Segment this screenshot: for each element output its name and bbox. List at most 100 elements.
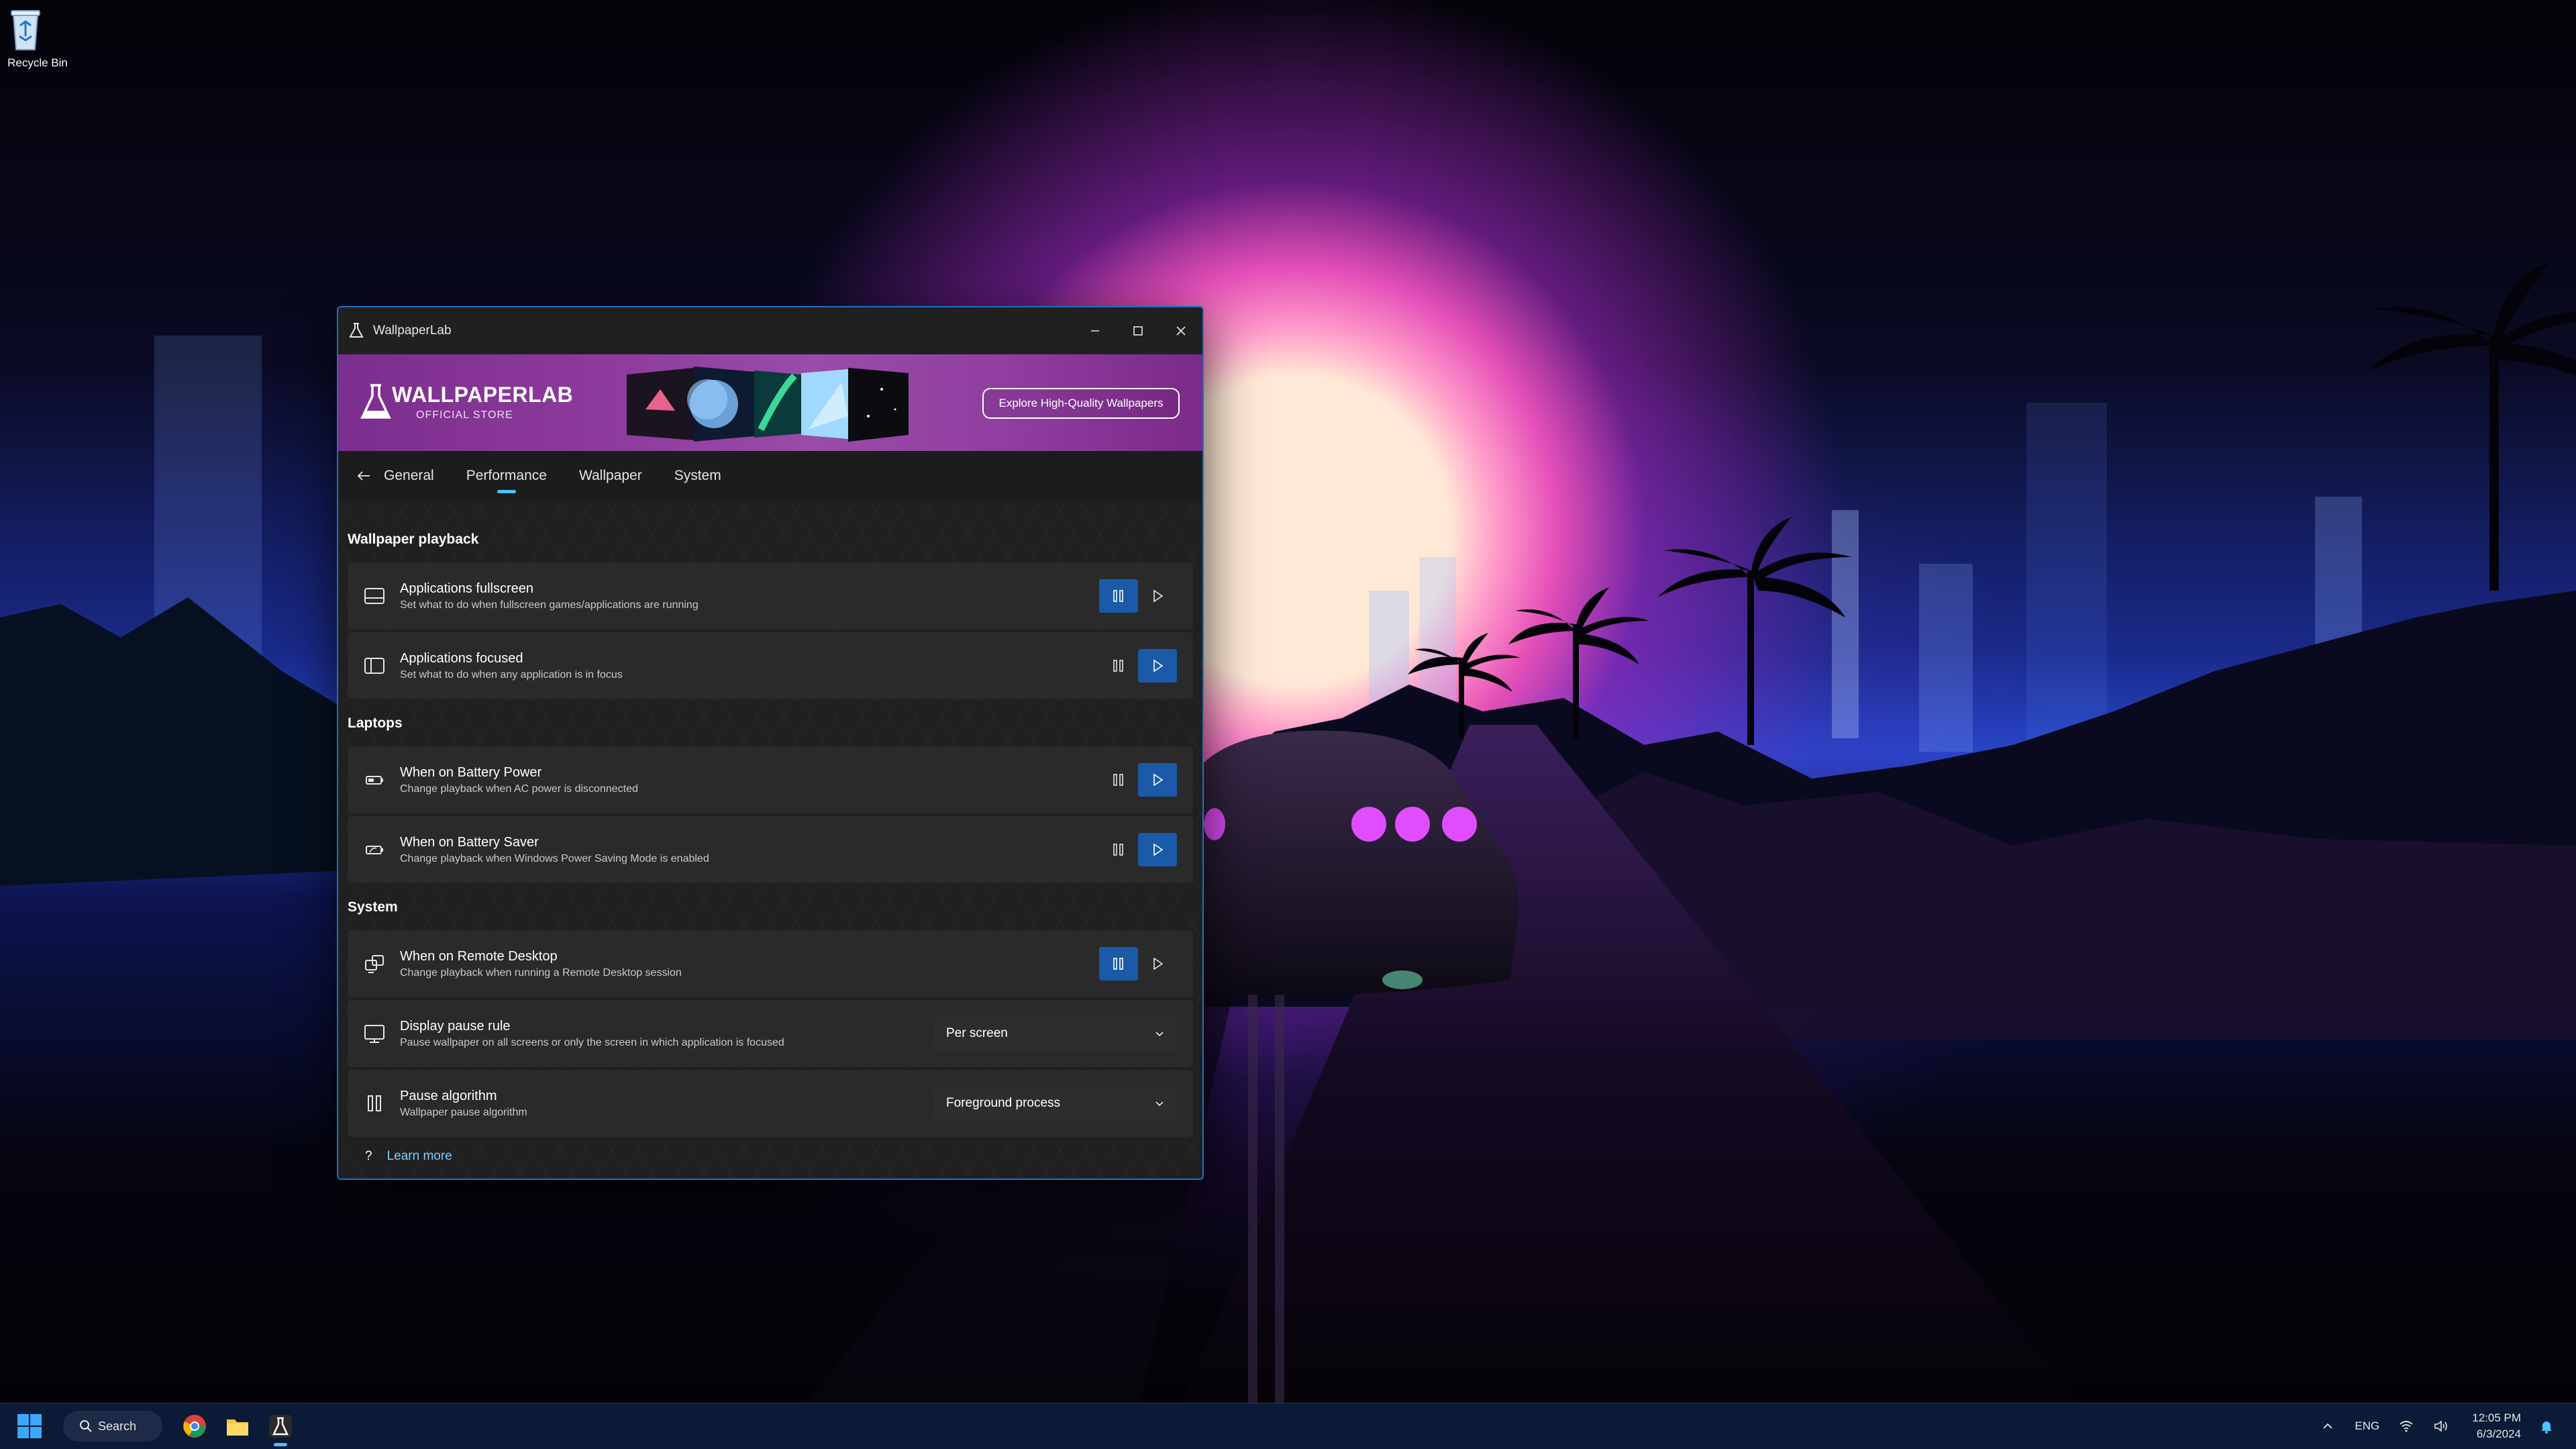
tab-performance[interactable]: Performance	[466, 460, 547, 493]
pause-icon	[1113, 958, 1123, 970]
focused-window-icon	[361, 652, 388, 679]
minimize-icon	[1091, 330, 1099, 332]
pause-algorithm-dropdown[interactable]: Foreground process	[934, 1087, 1177, 1120]
section-title-wallpaper-playback: Wallpaper playback	[348, 532, 479, 547]
taskbar-app-chrome[interactable]	[173, 1405, 216, 1448]
setting-remote-desktop: When on Remote Desktop Change playback w…	[348, 930, 1193, 997]
pause-button[interactable]	[1099, 649, 1138, 683]
pause-icon	[1113, 590, 1123, 602]
setting-description: Set what to do when fullscreen games/app…	[400, 599, 699, 611]
setting-title: Display pause rule	[400, 1018, 511, 1034]
play-button[interactable]	[1138, 579, 1177, 613]
pause-button[interactable]	[1099, 833, 1138, 866]
language-indicator[interactable]: ENG	[2355, 1419, 2379, 1433]
clock[interactable]: 12:05 PM 6/3/2024	[2472, 1410, 2521, 1442]
play-icon	[1153, 843, 1164, 856]
play-icon	[1153, 773, 1164, 787]
wallpaper-thumbnails	[627, 366, 909, 442]
setting-description: Change playback when Windows Power Savin…	[400, 852, 709, 864]
pause-icon	[1113, 774, 1123, 786]
play-icon	[1153, 957, 1164, 970]
banner-subtitle: OFFICIAL STORE	[416, 409, 513, 421]
setting-title: Applications focused	[400, 650, 523, 666]
tab-wallpaper[interactable]: Wallpaper	[579, 460, 642, 492]
setting-description: Change playback when AC power is disconn…	[400, 783, 638, 795]
flask-logo-icon	[358, 383, 393, 423]
playback-toggle	[1099, 579, 1177, 613]
maximize-button[interactable]	[1117, 307, 1160, 354]
setting-title: When on Remote Desktop	[400, 948, 558, 964]
banner-brand: WALLPAPERLAB	[392, 383, 574, 407]
chevron-down-icon	[1155, 1101, 1164, 1107]
setting-battery-power: When on Battery Power Change playback wh…	[348, 746, 1193, 813]
start-button[interactable]	[15, 1411, 44, 1441]
play-button[interactable]	[1138, 649, 1177, 683]
store-banner[interactable]: WALLPAPERLAB OFFICIAL STORE Explore High…	[338, 354, 1202, 451]
desktop-icon-recycle-bin[interactable]: Recycle Bin	[5, 5, 70, 70]
setting-applications-focused: Applications focused Set what to do when…	[348, 632, 1193, 699]
play-button[interactable]	[1138, 763, 1177, 797]
back-arrow-icon	[357, 471, 370, 481]
battery-icon	[361, 766, 388, 793]
playback-toggle	[1099, 649, 1177, 683]
search-icon	[80, 1420, 92, 1432]
section-title-system: System	[348, 899, 398, 915]
fullscreen-window-icon	[361, 583, 388, 609]
setting-applications-fullscreen: Applications fullscreen Set what to do w…	[348, 562, 1193, 630]
play-button[interactable]	[1138, 833, 1177, 866]
learn-more-link[interactable]: Learn more	[387, 1149, 452, 1164]
pause-button[interactable]	[1099, 947, 1138, 981]
recycle-bin-icon	[11, 5, 58, 52]
wallpaperlab-window: WallpaperLab WALLPAPERLAB OFFICIAL STORE	[337, 306, 1204, 1180]
display-pause-rule-dropdown[interactable]: Per screen	[934, 1017, 1177, 1050]
windows-logo-icon	[17, 1414, 42, 1438]
setting-pause-algorithm: Pause algorithm Wallpaper pause algorith…	[348, 1070, 1193, 1137]
setting-description: Wallpaper pause algorithm	[400, 1106, 527, 1118]
window-title: WallpaperLab	[373, 323, 452, 338]
help-icon: ?	[365, 1149, 372, 1163]
pause-button[interactable]	[1099, 763, 1138, 797]
clock-time: 12:05 PM	[2472, 1411, 2521, 1424]
back-button[interactable]	[344, 468, 384, 483]
wifi-button[interactable]	[2398, 1418, 2414, 1434]
close-icon	[1176, 326, 1186, 336]
notifications-button[interactable]	[2538, 1418, 2555, 1434]
dropdown-value: Per screen	[946, 1026, 1008, 1040]
wallpaperlab-app-icon	[348, 322, 365, 340]
chevron-up-icon	[2323, 1423, 2333, 1429]
performance-settings: Wallpaper playback Applications fullscre…	[338, 502, 1202, 1179]
file-explorer-icon	[227, 1419, 248, 1436]
title-bar[interactable]: WallpaperLab	[338, 307, 1202, 354]
explore-wallpapers-button[interactable]: Explore High-Quality Wallpapers	[982, 388, 1180, 419]
play-button[interactable]	[1138, 947, 1177, 981]
taskbar-search[interactable]: Search	[63, 1411, 162, 1442]
pause-button[interactable]	[1099, 579, 1138, 613]
volume-button[interactable]	[2433, 1418, 2449, 1434]
pause-icon	[1113, 660, 1123, 672]
close-button[interactable]	[1160, 307, 1202, 354]
setting-description: Pause wallpaper on all screens or only t…	[400, 1036, 784, 1048]
tab-general[interactable]: General	[384, 460, 434, 492]
tab-system[interactable]: System	[674, 460, 721, 492]
chevron-down-icon	[1155, 1032, 1164, 1037]
setting-battery-saver: When on Battery Saver Change playback wh…	[348, 816, 1193, 883]
minimize-button[interactable]	[1074, 307, 1117, 354]
setting-description: Change playback when running a Remote De…	[400, 966, 682, 979]
play-icon	[1153, 589, 1164, 603]
settings-nav: General Performance Wallpaper System	[338, 451, 1202, 501]
search-label: Search	[98, 1419, 137, 1433]
setting-display-pause-rule: Display pause rule Pause wallpaper on al…	[348, 1000, 1193, 1067]
pause-icon	[1113, 844, 1123, 856]
clock-date: 6/3/2024	[2476, 1428, 2521, 1440]
wallpaperlab-icon	[269, 1415, 292, 1438]
taskbar-app-wallpaperlab[interactable]	[259, 1405, 302, 1448]
setting-description: Set what to do when any application is i…	[400, 668, 623, 681]
taskbar: Search ENG 12:05 PM 6/3/2024	[0, 1403, 2576, 1449]
playback-toggle	[1099, 763, 1177, 797]
taskbar-app-file-explorer[interactable]	[216, 1405, 259, 1448]
play-icon	[1153, 659, 1164, 672]
chrome-icon	[183, 1415, 206, 1438]
volume-icon	[2434, 1420, 2448, 1432]
show-hidden-icons-button[interactable]	[2320, 1418, 2336, 1434]
bell-icon	[2541, 1421, 2552, 1434]
